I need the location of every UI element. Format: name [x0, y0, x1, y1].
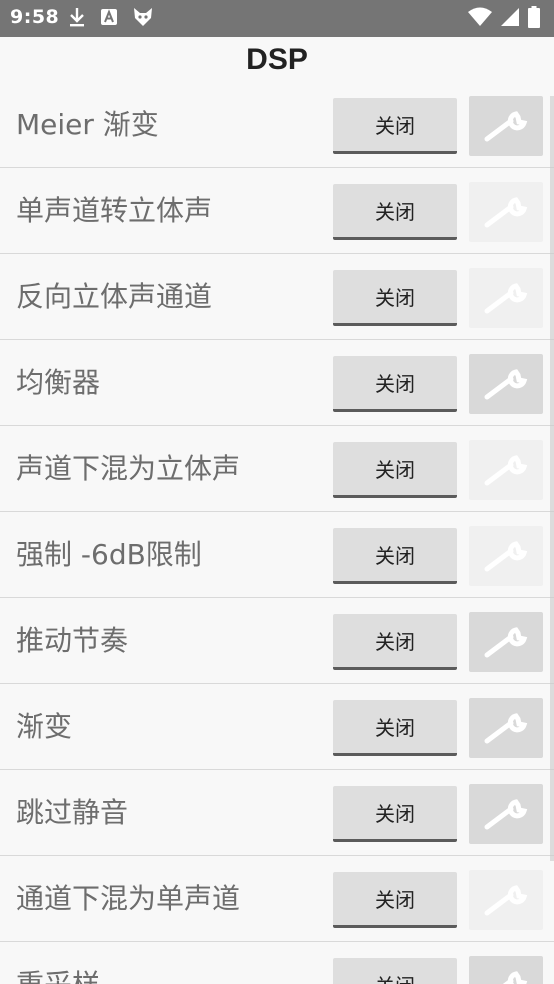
settings-button[interactable]: [469, 956, 543, 984]
dsp-item-label: 渐变: [16, 710, 73, 743]
system-icons: [468, 5, 540, 33]
settings-button[interactable]: [469, 182, 543, 242]
list-item: 重采样 关闭: [0, 942, 554, 984]
list-item: 推动节奏 关闭: [0, 598, 554, 684]
signal-icon: [500, 7, 520, 31]
dsp-item-label: 反向立体声通道: [16, 280, 213, 313]
list-item: 强制 -6dB限制 关闭: [0, 512, 554, 598]
wifi-icon: [468, 7, 492, 31]
wrench-icon: [484, 541, 528, 572]
scrollbar[interactable]: [550, 96, 554, 861]
wrench-icon: [484, 713, 528, 744]
settings-button[interactable]: [469, 526, 543, 586]
page-title: DSP: [246, 43, 308, 76]
wrench-icon: [484, 369, 528, 400]
status-bar: 9:58: [0, 0, 554, 37]
dsp-item-label: 单声道转立体声: [16, 194, 213, 227]
dsp-item-label: 声道下混为立体声: [16, 452, 241, 485]
dsp-item-label: Meier 渐变: [16, 108, 159, 141]
toggle-button[interactable]: 关闭: [333, 442, 457, 498]
settings-button[interactable]: [469, 612, 543, 672]
settings-button[interactable]: [469, 440, 543, 500]
toggle-button[interactable]: 关闭: [333, 614, 457, 670]
list-item: 声道下混为立体声 关闭: [0, 426, 554, 512]
wrench-icon: [502, 971, 528, 984]
wrench-icon: [484, 111, 528, 142]
toggle-button[interactable]: 关闭: [333, 786, 457, 842]
dsp-item-label: 通道下混为单声道: [16, 882, 241, 915]
toggle-button[interactable]: 关闭: [333, 872, 457, 928]
wrench-icon: [484, 799, 528, 830]
list-item: 单声道转立体声 关闭: [0, 168, 554, 254]
wrench-icon: [484, 627, 528, 658]
settings-button[interactable]: [469, 784, 543, 844]
list-item: Meier 渐变 关闭: [0, 82, 554, 168]
dsp-item-label: 强制 -6dB限制: [16, 538, 202, 571]
a-icon: [100, 8, 118, 30]
toggle-button[interactable]: 关闭: [333, 356, 457, 412]
list-item: 反向立体声通道 关闭: [0, 254, 554, 340]
notification-icons: [68, 5, 154, 33]
dsp-item-label: 重采样: [16, 942, 100, 984]
download-icon: [68, 7, 86, 31]
list-item: 均衡器 关闭: [0, 340, 554, 426]
wrench-icon: [484, 885, 528, 916]
settings-button[interactable]: [469, 698, 543, 758]
toggle-button[interactable]: 关闭: [333, 958, 457, 984]
dsp-item-label: 跳过静音: [16, 796, 129, 829]
list-item: 通道下混为单声道 关闭: [0, 856, 554, 942]
dsp-list[interactable]: Meier 渐变 关闭 单声道转立体声 关闭 反向立体声通道 关闭 均衡器 关闭: [0, 82, 554, 984]
fox-icon: [132, 6, 154, 32]
settings-button[interactable]: [469, 354, 543, 414]
battery-icon: [528, 6, 540, 32]
dsp-item-label: 推动节奏: [16, 624, 129, 657]
settings-button[interactable]: [469, 870, 543, 930]
settings-button[interactable]: [469, 268, 543, 328]
toggle-button[interactable]: 关闭: [333, 270, 457, 326]
toggle-button[interactable]: 关闭: [333, 700, 457, 756]
list-item: 渐变 关闭: [0, 684, 554, 770]
list-item: 跳过静音 关闭: [0, 770, 554, 856]
wrench-icon: [484, 197, 528, 228]
wrench-icon: [484, 455, 528, 486]
dsp-item-label: 均衡器: [16, 366, 101, 399]
toggle-button[interactable]: 关闭: [333, 98, 457, 154]
settings-button[interactable]: [469, 96, 543, 156]
wrench-icon: [484, 283, 528, 314]
toggle-button[interactable]: 关闭: [333, 184, 457, 240]
toggle-button[interactable]: 关闭: [333, 528, 457, 584]
status-time: 9:58: [10, 6, 60, 28]
